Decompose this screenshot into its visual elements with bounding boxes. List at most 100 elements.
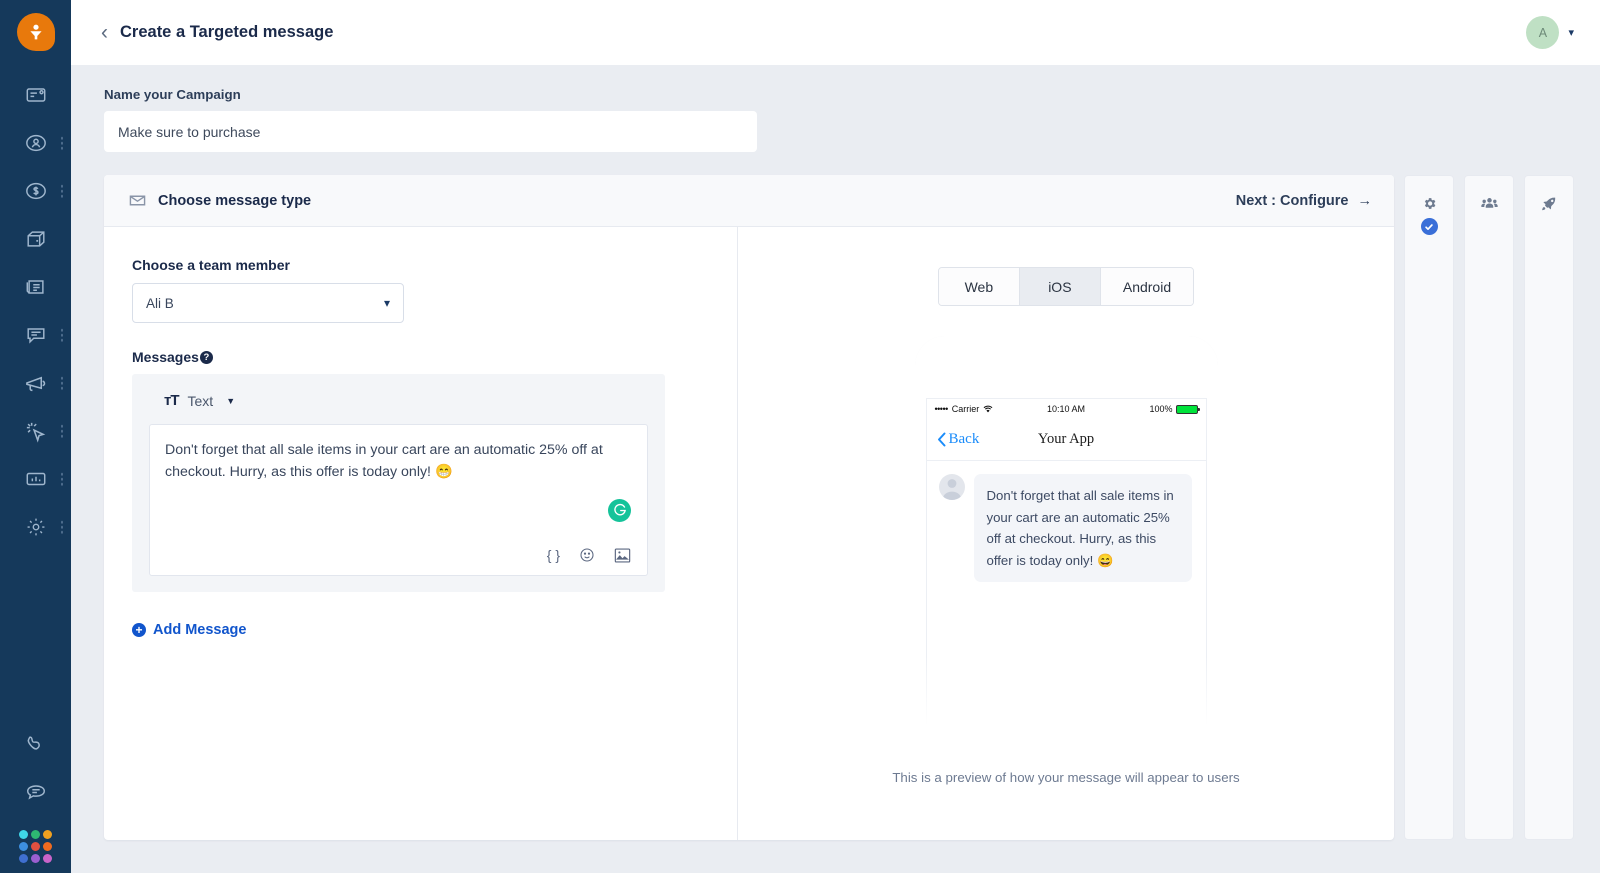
message-textarea[interactable]: Don't forget that all sale items in your… bbox=[149, 424, 648, 576]
preview-caption: This is a preview of how your message wi… bbox=[892, 770, 1240, 785]
avatar-initial: A bbox=[1538, 25, 1548, 40]
card-body: Choose a team member Ali B ▾ Messages ? bbox=[104, 227, 1394, 840]
grid-dot bbox=[31, 854, 40, 863]
megaphone-icon bbox=[26, 376, 46, 391]
campaign-name-label: Name your Campaign bbox=[104, 87, 241, 102]
phone-screen: ••••• Carrier 10:10 AM 100% Back Your Ap… bbox=[925, 398, 1207, 726]
user-circle-icon bbox=[25, 134, 46, 152]
tab-ios[interactable]: iOS bbox=[1019, 268, 1101, 305]
bar-chart-icon bbox=[26, 472, 45, 486]
messages-label-row: Messages ? bbox=[132, 349, 737, 365]
team-member-select-wrap: Ali B ▾ bbox=[132, 283, 404, 323]
back-button[interactable]: ‹ bbox=[93, 18, 116, 47]
grid-dot bbox=[19, 830, 28, 839]
app-logo[interactable] bbox=[16, 13, 55, 51]
grammarly-glyph bbox=[614, 503, 626, 516]
plus-circle-icon: + bbox=[132, 623, 146, 637]
grid-dot bbox=[31, 830, 40, 839]
people-group-icon bbox=[1480, 198, 1498, 208]
team-member-select[interactable]: Ali B ▾ bbox=[132, 283, 404, 323]
speech-lines-icon bbox=[26, 785, 45, 800]
sidebar-item-conversations[interactable] bbox=[0, 311, 71, 359]
tab-audience[interactable] bbox=[1464, 175, 1514, 840]
sidebar-item-menu[interactable] bbox=[60, 424, 63, 438]
ios-nav-bar: Back Your App bbox=[926, 419, 1206, 461]
help-icon[interactable]: ? bbox=[199, 350, 213, 364]
card-header-title: Choose message type bbox=[158, 192, 312, 209]
gear-icon bbox=[1424, 198, 1435, 209]
message-text: Don't forget that all sale items in your… bbox=[165, 442, 603, 480]
add-message-button[interactable]: + Add Message bbox=[132, 622, 737, 638]
page-title: Create a Targeted message bbox=[120, 23, 334, 41]
status-left: ••••• Carrier bbox=[935, 404, 994, 414]
document-list-icon bbox=[26, 280, 44, 294]
sidebar-bottom bbox=[0, 720, 71, 873]
text-format-icon: ᴛT bbox=[164, 392, 179, 409]
wizard-board: Choose message type Next : Configure → C… bbox=[104, 175, 1574, 840]
merge-tag-icon[interactable]: { } bbox=[547, 548, 560, 562]
emoji-icon[interactable] bbox=[579, 547, 595, 563]
sidebar-item-menu[interactable] bbox=[60, 520, 63, 534]
signal-dots-icon: ••••• bbox=[934, 404, 949, 414]
grid-dot bbox=[43, 842, 52, 851]
card-header: Choose message type Next : Configure → bbox=[104, 175, 1394, 227]
sidebar-item-menu[interactable] bbox=[60, 328, 63, 342]
image-icon[interactable] bbox=[614, 547, 631, 563]
tab-web[interactable]: Web bbox=[938, 268, 1020, 305]
team-member-label: Choose a team member bbox=[132, 257, 290, 273]
wifi-icon bbox=[983, 405, 993, 413]
sidebar-item-notes[interactable] bbox=[0, 768, 71, 816]
sidebar-item-products[interactable] bbox=[0, 215, 71, 263]
sidebar-item-menu[interactable] bbox=[60, 184, 63, 198]
sidebar-item-inbox[interactable] bbox=[0, 71, 71, 119]
sidebar-item-menu[interactable] bbox=[60, 136, 63, 150]
app-switcher-grid[interactable] bbox=[19, 830, 52, 863]
sidebar-item-menu[interactable] bbox=[60, 472, 63, 486]
caret-down-icon: ▼ bbox=[226, 395, 236, 406]
team-member-value: Ali B bbox=[146, 295, 174, 311]
textarea-toolbar: { } bbox=[547, 547, 631, 563]
chat-area: Don't forget that all sale items in your… bbox=[927, 461, 1206, 582]
sidebar-item-automation[interactable] bbox=[0, 407, 71, 455]
check-icon bbox=[1425, 223, 1433, 230]
main-area: ‹ Create a Targeted message A ▾ Name you… bbox=[71, 0, 1600, 873]
envelope-icon bbox=[129, 195, 146, 206]
grid-dot bbox=[43, 830, 52, 839]
sidebar-item-calls[interactable] bbox=[0, 720, 71, 768]
tab-configure[interactable] bbox=[1404, 175, 1454, 840]
sidebar-item-reports[interactable] bbox=[0, 455, 71, 503]
gear-icon bbox=[27, 518, 44, 536]
sidebar-item-contacts[interactable] bbox=[0, 119, 71, 167]
carrier-label: Carrier bbox=[951, 404, 980, 414]
cursor-click-icon bbox=[26, 422, 46, 443]
tab-android[interactable]: Android bbox=[1100, 268, 1194, 305]
chevron-down-icon[interactable]: ▾ bbox=[1568, 26, 1574, 39]
chat-bubble-icon bbox=[26, 328, 45, 344]
box-package-icon bbox=[26, 231, 45, 247]
sidebar-item-documents[interactable] bbox=[0, 263, 71, 311]
sidebar-item-deals[interactable] bbox=[0, 167, 71, 215]
avatar[interactable]: A bbox=[1526, 16, 1560, 49]
message-type-dropdown[interactable]: ᴛT Text ▼ bbox=[149, 390, 648, 424]
next-configure-button[interactable]: Next : Configure → bbox=[1236, 193, 1372, 209]
sidebar-item-campaigns[interactable] bbox=[0, 359, 71, 407]
grammarly-icon[interactable] bbox=[608, 499, 631, 522]
platform-tabs: Web iOS Android bbox=[937, 267, 1195, 306]
message-type-label: Text bbox=[187, 392, 214, 409]
campaign-name-input[interactable] bbox=[104, 111, 757, 152]
ios-status-bar: ••••• Carrier 10:10 AM 100% bbox=[927, 399, 1206, 419]
message-block: ᴛT Text ▼ Don't forget that all sale ite… bbox=[132, 374, 665, 592]
tab-launch[interactable] bbox=[1524, 175, 1574, 840]
phone-mockup: ••••• Carrier 10:10 AM 100% Back Your Ap… bbox=[914, 336, 1218, 726]
ios-app-name: Your App bbox=[1037, 431, 1095, 447]
status-right: 100% bbox=[1149, 404, 1200, 414]
inbox-card-icon bbox=[26, 88, 45, 102]
add-message-label: Add Message bbox=[153, 622, 247, 638]
sidebar-item-menu[interactable] bbox=[60, 376, 63, 390]
grid-dot bbox=[43, 854, 52, 863]
sidebar bbox=[0, 0, 71, 873]
funnel-person-logo-icon bbox=[29, 24, 42, 40]
grid-dot bbox=[19, 842, 28, 851]
message-form-pane: Choose a team member Ali B ▾ Messages ? bbox=[104, 227, 737, 840]
sidebar-item-settings[interactable] bbox=[0, 503, 71, 551]
